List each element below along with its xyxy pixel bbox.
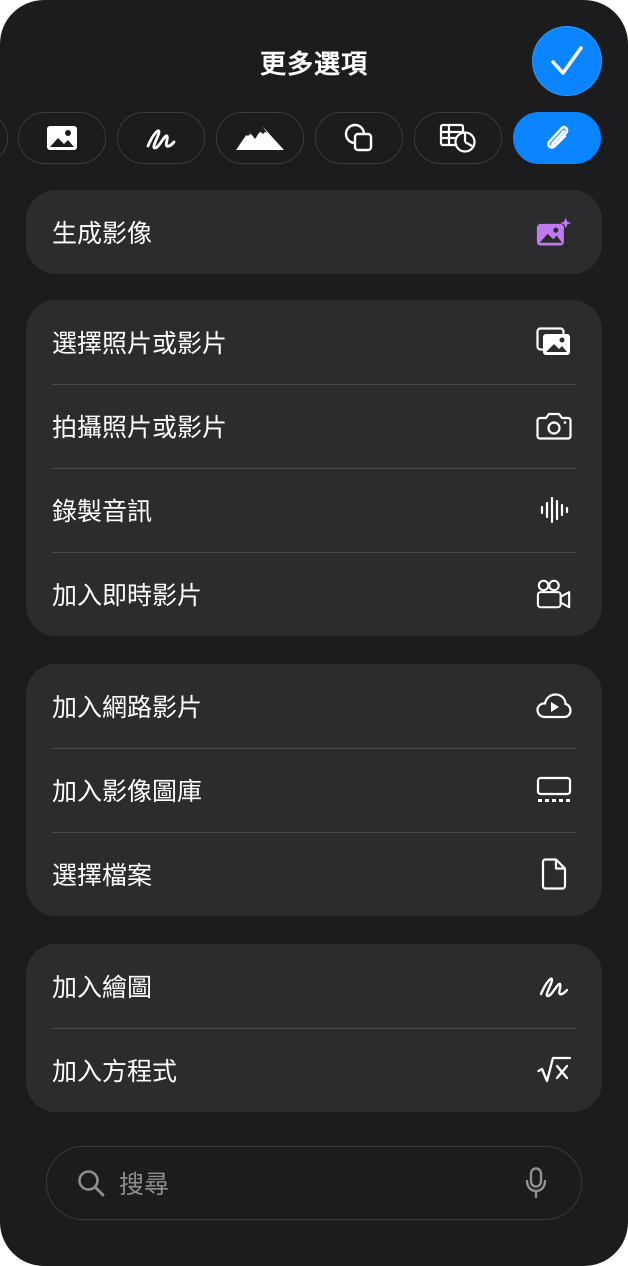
add-image-gallery-row[interactable]: 加入影像圖庫: [26, 748, 602, 832]
tab-partial[interactable]: [0, 112, 8, 164]
row-label: 加入即時影片: [52, 581, 203, 610]
row-label: 拍攝照片或影片: [52, 413, 228, 442]
generate-image-row[interactable]: 生成影像: [26, 190, 602, 274]
checkmark-icon: [551, 46, 583, 75]
row-label: 選擇檔案: [52, 861, 153, 890]
add-live-video-row[interactable]: 加入即時影片: [26, 552, 602, 636]
add-web-video-row[interactable]: 加入網路影片: [26, 664, 602, 748]
row-label: 生成影像: [52, 219, 153, 248]
media-group: 選擇照片或影片 拍攝照片或影片 錄製音訊 加入即時影片: [26, 300, 602, 636]
photo-library-icon: [536, 324, 572, 360]
choose-photo-video-row[interactable]: 選擇照片或影片: [26, 300, 602, 384]
done-button[interactable]: [532, 26, 602, 96]
waveform-icon: [536, 492, 572, 528]
shapes-icon: [344, 123, 373, 152]
choose-file-row[interactable]: 選擇檔案: [26, 832, 602, 916]
paperclip-icon: [547, 125, 569, 149]
add-drawing-row[interactable]: 加入繪圖: [26, 944, 602, 1028]
row-label: 加入方程式: [52, 1057, 178, 1086]
search-input[interactable]: 搜尋: [119, 1165, 525, 1201]
row-label: 錄製音訊: [52, 497, 153, 526]
record-audio-row[interactable]: 錄製音訊: [26, 468, 602, 552]
camera-icon: [536, 408, 572, 444]
scribble-icon: [146, 129, 176, 150]
web-gallery-group: 加入網路影片 加入影像圖庫 選擇檔案: [26, 664, 602, 916]
row-label: 加入網路影片: [52, 693, 203, 722]
photo-icon: [47, 126, 77, 150]
microphone-icon[interactable]: [525, 1167, 547, 1199]
generate-group: 生成影像: [26, 190, 602, 274]
row-label: 選擇照片或影片: [52, 329, 228, 358]
tab-shapes[interactable]: [315, 112, 403, 164]
more-options-sheet: 更多選項 生成影像 選擇照片或影片 拍攝照片或影片 錄製音訊 加入即時影片 加入…: [0, 0, 628, 1266]
tab-tables-charts[interactable]: [414, 112, 502, 164]
search-bar[interactable]: 搜尋: [46, 1146, 582, 1220]
gallery-icon: [536, 772, 572, 808]
drawing-equation-group: 加入繪圖 加入方程式: [26, 944, 602, 1112]
row-label: 加入繪圖: [52, 973, 153, 1002]
insert-category-tabs: [0, 112, 628, 166]
chart-table-icon: [439, 123, 476, 153]
cloud-play-icon: [536, 688, 572, 724]
tab-photo[interactable]: [18, 112, 106, 164]
square-root-icon: [536, 1052, 572, 1088]
tab-media[interactable]: [216, 112, 304, 164]
add-equation-row[interactable]: 加入方程式: [26, 1028, 602, 1112]
video-camera-icon: [536, 576, 572, 612]
tab-drawing[interactable]: [117, 112, 205, 164]
search-icon: [78, 1170, 105, 1197]
mountains-icon: [236, 127, 284, 150]
take-photo-video-row[interactable]: 拍攝照片或影片: [26, 384, 602, 468]
document-icon: [536, 856, 572, 892]
image-sparkle-icon: [536, 214, 572, 250]
scribble-icon: [536, 968, 572, 1004]
row-label: 加入影像圖庫: [52, 777, 203, 806]
tab-attachments[interactable]: [513, 112, 601, 164]
